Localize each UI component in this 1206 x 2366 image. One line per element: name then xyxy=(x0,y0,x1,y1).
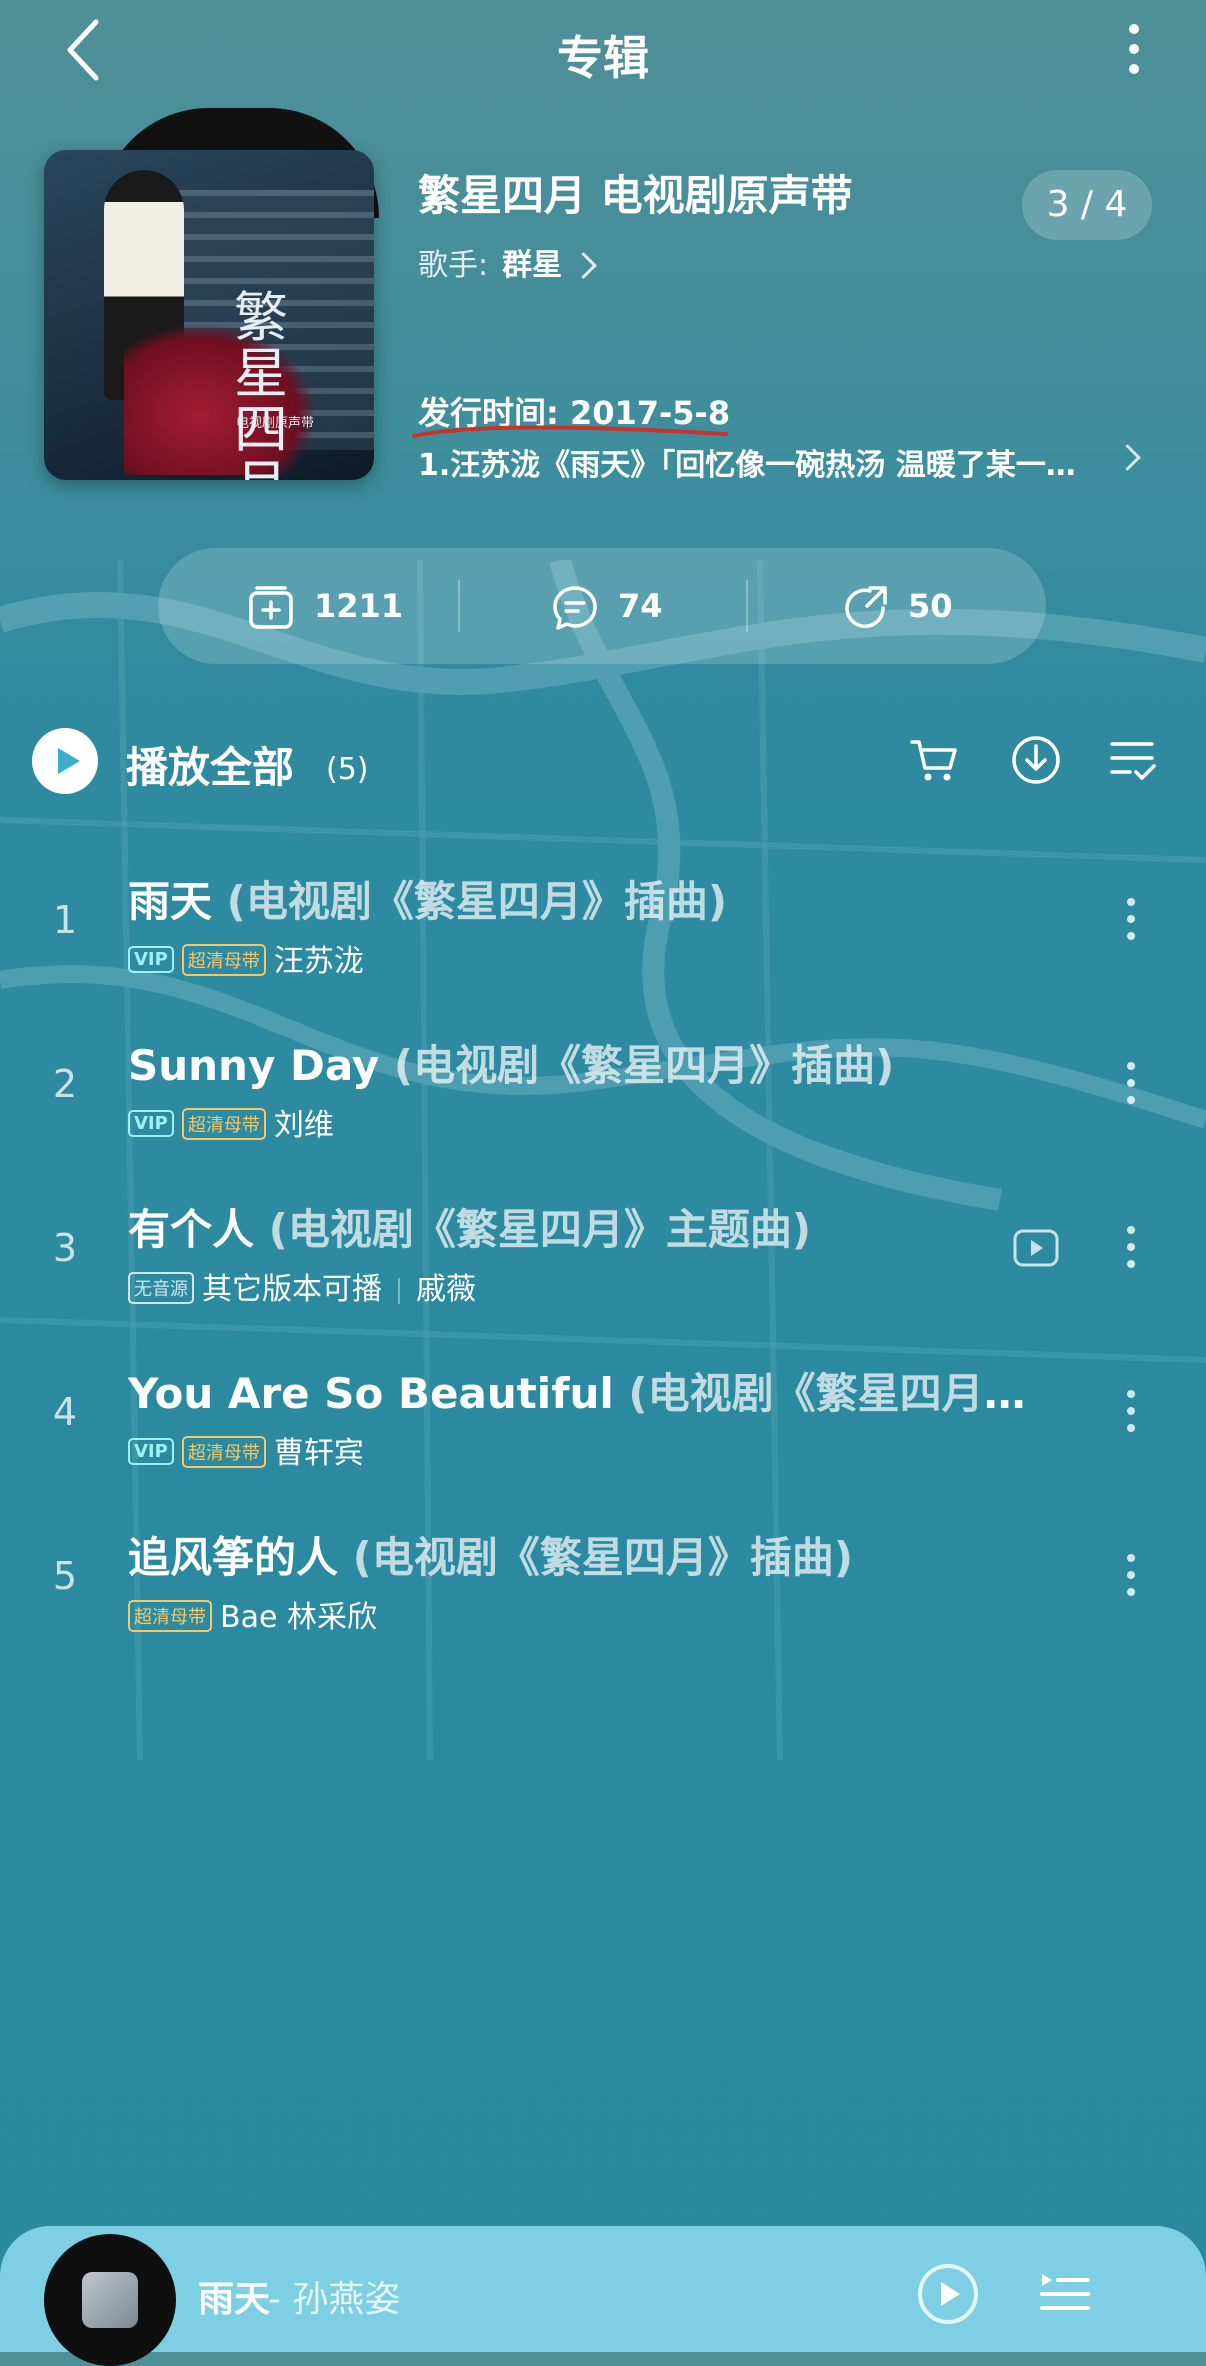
track-number: 1 xyxy=(52,898,78,942)
track-title: 雨天 (电视剧《繁星四月》插曲) xyxy=(128,877,728,926)
artist-label: 歌手: xyxy=(418,248,489,283)
master-quality-badge: 超清母带 xyxy=(181,1107,266,1140)
track-meta: VIP 超清母带 曹轩宾 xyxy=(128,1428,364,1472)
chevron-right-icon[interactable] xyxy=(1114,444,1141,471)
master-quality-badge: 超清母带 xyxy=(181,1435,266,1468)
page-indicator[interactable]: 3 / 4 xyxy=(1022,170,1152,240)
track-meta: VIP 超清母带 刘维 xyxy=(128,1100,334,1144)
more-icon[interactable] xyxy=(1125,1554,1137,1614)
track-artist: 汪苏泷 xyxy=(273,944,364,979)
track-artist: 戚薇 xyxy=(416,1272,476,1307)
track-row[interactable]: 5 追风筝的人 (电视剧《繁星四月》插曲) 超清母带 Bae 林采欣 xyxy=(0,1514,1206,1664)
track-number: 3 xyxy=(52,1226,78,1270)
track-meta: VIP 超清母带 汪苏泷 xyxy=(128,936,364,980)
collect-icon xyxy=(249,586,293,629)
master-quality-badge: 超清母带 xyxy=(181,943,266,976)
track-count: (5) xyxy=(326,752,369,787)
track-artist: 刘维 xyxy=(273,1108,334,1143)
chevron-right-icon xyxy=(570,252,598,279)
more-icon[interactable] xyxy=(1125,1390,1137,1450)
now-playing-song: 雨天 xyxy=(198,2279,271,2320)
more-icon[interactable] xyxy=(1125,1062,1137,1122)
play-all-button[interactable] xyxy=(32,728,98,794)
collect-button[interactable]: 1211 xyxy=(246,548,403,664)
track-title: 追风筝的人 (电视剧《繁星四月》插曲) xyxy=(128,1533,854,1582)
cover-art: 繁星四月 电视剧原声带 xyxy=(44,150,374,480)
album-description[interactable]: 1.汪苏泷《雨天》「回忆像一碗热汤 温暖了某一… xyxy=(418,440,1118,484)
collect-count: 1211 xyxy=(314,587,404,625)
top-bar: 专辑 xyxy=(0,0,1206,100)
track-title: Sunny Day (电视剧《繁星四月》插曲) xyxy=(128,1041,895,1090)
track-title: 有个人 (电视剧《繁星四月》主题曲) xyxy=(128,1205,812,1254)
track-meta: 超清母带 Bae 林采欣 xyxy=(128,1592,377,1636)
cart-icon[interactable] xyxy=(908,734,960,786)
track-row[interactable]: 2 Sunny Day (电视剧《繁星四月》插曲) VIP 超清母带 刘维 xyxy=(0,1022,1206,1172)
track-artist: 曹轩宾 xyxy=(273,1436,364,1471)
vip-badge: VIP xyxy=(128,1438,174,1465)
comment-icon xyxy=(553,586,597,630)
album-name: 繁星四月 电视剧原声带 xyxy=(418,171,853,220)
share-count: 50 xyxy=(908,587,953,625)
track-row[interactable]: 4 You Are So Beautiful (电视剧《繁星四月》… VIP 超清… xyxy=(0,1350,1206,1500)
comment-count: 74 xyxy=(618,587,663,625)
master-quality-badge: 超清母带 xyxy=(128,1599,212,1632)
other-version-note[interactable]: 其它版本可播 xyxy=(202,1272,382,1307)
no-source-badge: 无音源 xyxy=(128,1271,194,1304)
track-meta: 无音源 其它版本可播 戚薇 xyxy=(128,1264,476,1308)
mini-player[interactable] xyxy=(0,2226,1206,2352)
cover-title: 繁星四月 xyxy=(234,286,288,481)
page-title: 专辑 xyxy=(557,31,649,85)
stats-bar: 1211 74 50 xyxy=(158,548,1046,664)
play-pause-icon[interactable] xyxy=(916,2262,980,2326)
track-row[interactable]: 3 有个人 (电视剧《繁星四月》主题曲) 无音源 其它版本可播 戚薇 xyxy=(0,1186,1206,1336)
download-icon[interactable] xyxy=(1010,734,1062,786)
vip-badge: VIP xyxy=(128,946,174,973)
track-title: You Are So Beautiful (电视剧《繁星四月》… xyxy=(128,1369,1048,1418)
multi-select-icon[interactable] xyxy=(1108,734,1160,786)
track-number: 2 xyxy=(52,1062,78,1106)
more-icon[interactable] xyxy=(1125,1226,1137,1286)
track-row[interactable]: 1 雨天 (电视剧《繁星四月》插曲) VIP 超清母带 汪苏泷 xyxy=(0,858,1206,1008)
more-icon[interactable] xyxy=(1122,18,1146,84)
vip-badge: VIP xyxy=(128,1110,174,1137)
track-number: 5 xyxy=(52,1554,78,1598)
now-playing-cover xyxy=(82,2272,138,2328)
track-artist: Bae 林采欣 xyxy=(220,1600,377,1635)
playlist-icon[interactable] xyxy=(1036,2264,1092,2320)
artist-name: 群星 xyxy=(502,248,563,283)
artist-link[interactable]: 歌手: 群星 xyxy=(418,240,598,284)
more-icon[interactable] xyxy=(1125,898,1137,958)
comment-button[interactable]: 74 xyxy=(550,548,663,664)
play-all-label[interactable]: 播放全部 xyxy=(126,734,294,795)
video-play-icon[interactable] xyxy=(1012,1228,1060,1268)
share-icon xyxy=(845,586,887,629)
album-cover[interactable]: 繁星四月 电视剧原声带 xyxy=(44,108,379,480)
now-playing-artist: - 孙燕姿 xyxy=(268,2279,401,2320)
track-number: 4 xyxy=(52,1390,78,1434)
cover-subtitle: 电视剧原声带 xyxy=(236,416,315,431)
share-button[interactable]: 50 xyxy=(840,548,953,664)
